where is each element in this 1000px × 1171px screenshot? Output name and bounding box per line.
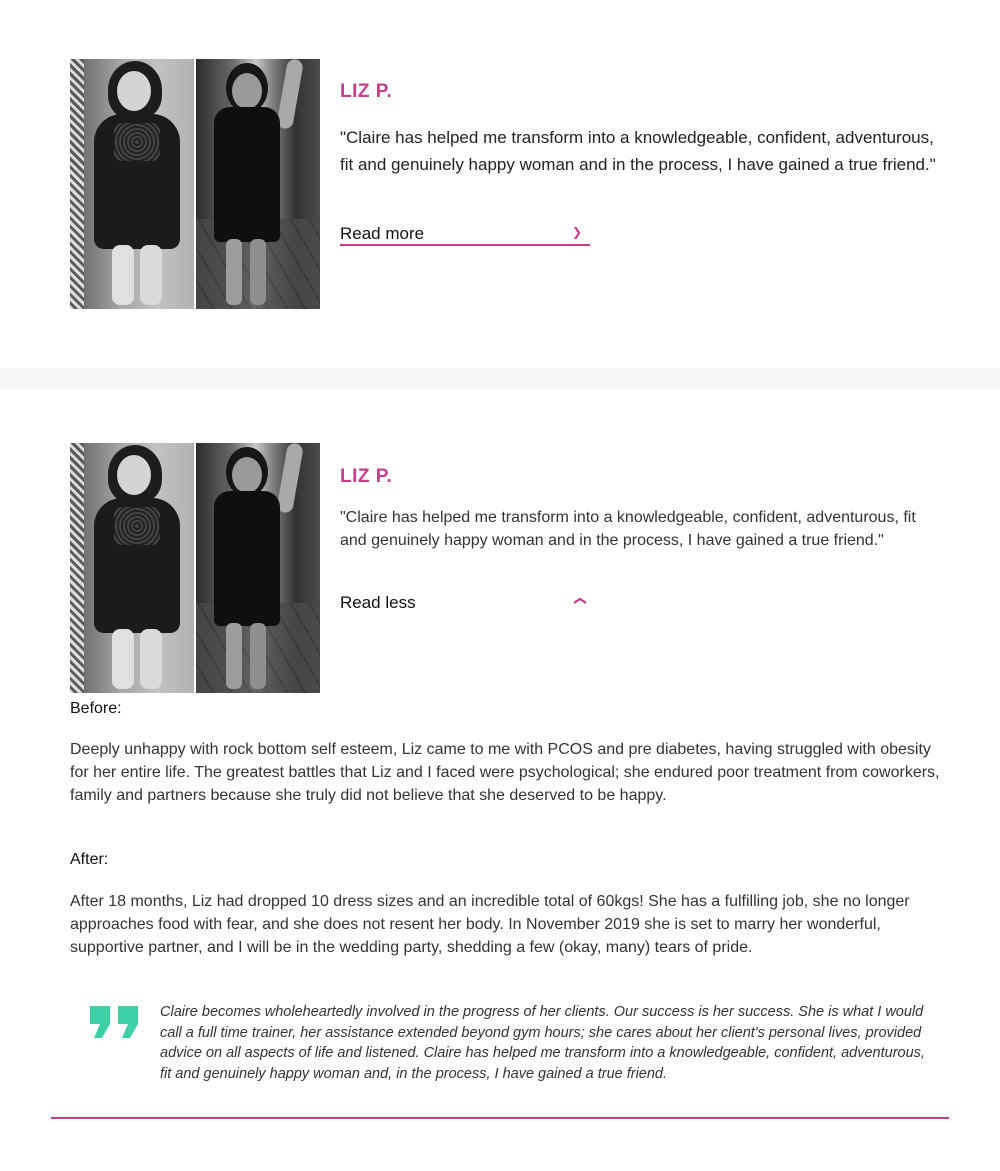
after-text: After 18 months, Liz had dropped 10 dres… [70, 893, 910, 956]
chevron-up-icon: ❯ [571, 595, 586, 607]
testimonial-text: Claire becomes wholeheartedly involved i… [160, 1004, 925, 1082]
read-less-toggle[interactable]: Read less ❯ [340, 593, 590, 615]
client-name: LIZ P. [340, 466, 393, 487]
after-photo [196, 59, 320, 309]
before-after-photos [70, 443, 320, 693]
section-divider [0, 368, 1000, 390]
before-photo [70, 59, 194, 309]
after-heading: After: [70, 851, 109, 868]
before-heading: Before: [70, 700, 122, 717]
before-photo [70, 443, 194, 693]
testimonial-card-expanded: LIZ P. "Claire has helped me transform i… [0, 390, 1000, 1171]
read-less-label: Read less [340, 593, 416, 612]
quote-icon [90, 1006, 138, 1038]
bottom-divider [51, 1117, 949, 1119]
before-text: Deeply unhappy with rock bottom self est… [70, 741, 940, 804]
before-after-photos [70, 59, 320, 309]
client-name: LIZ P. [340, 81, 393, 102]
client-quote: "Claire has helped me transform into a k… [340, 509, 916, 549]
client-quote: "Claire has helped me transform into a k… [340, 128, 936, 174]
read-more-toggle[interactable]: Read more ❯ [340, 224, 590, 246]
chevron-down-icon: ❯ [571, 225, 582, 239]
after-photo [196, 443, 320, 693]
testimonial-card-collapsed: LIZ P. "Claire has helped me transform i… [0, 0, 1000, 368]
read-more-label: Read more [340, 224, 425, 243]
